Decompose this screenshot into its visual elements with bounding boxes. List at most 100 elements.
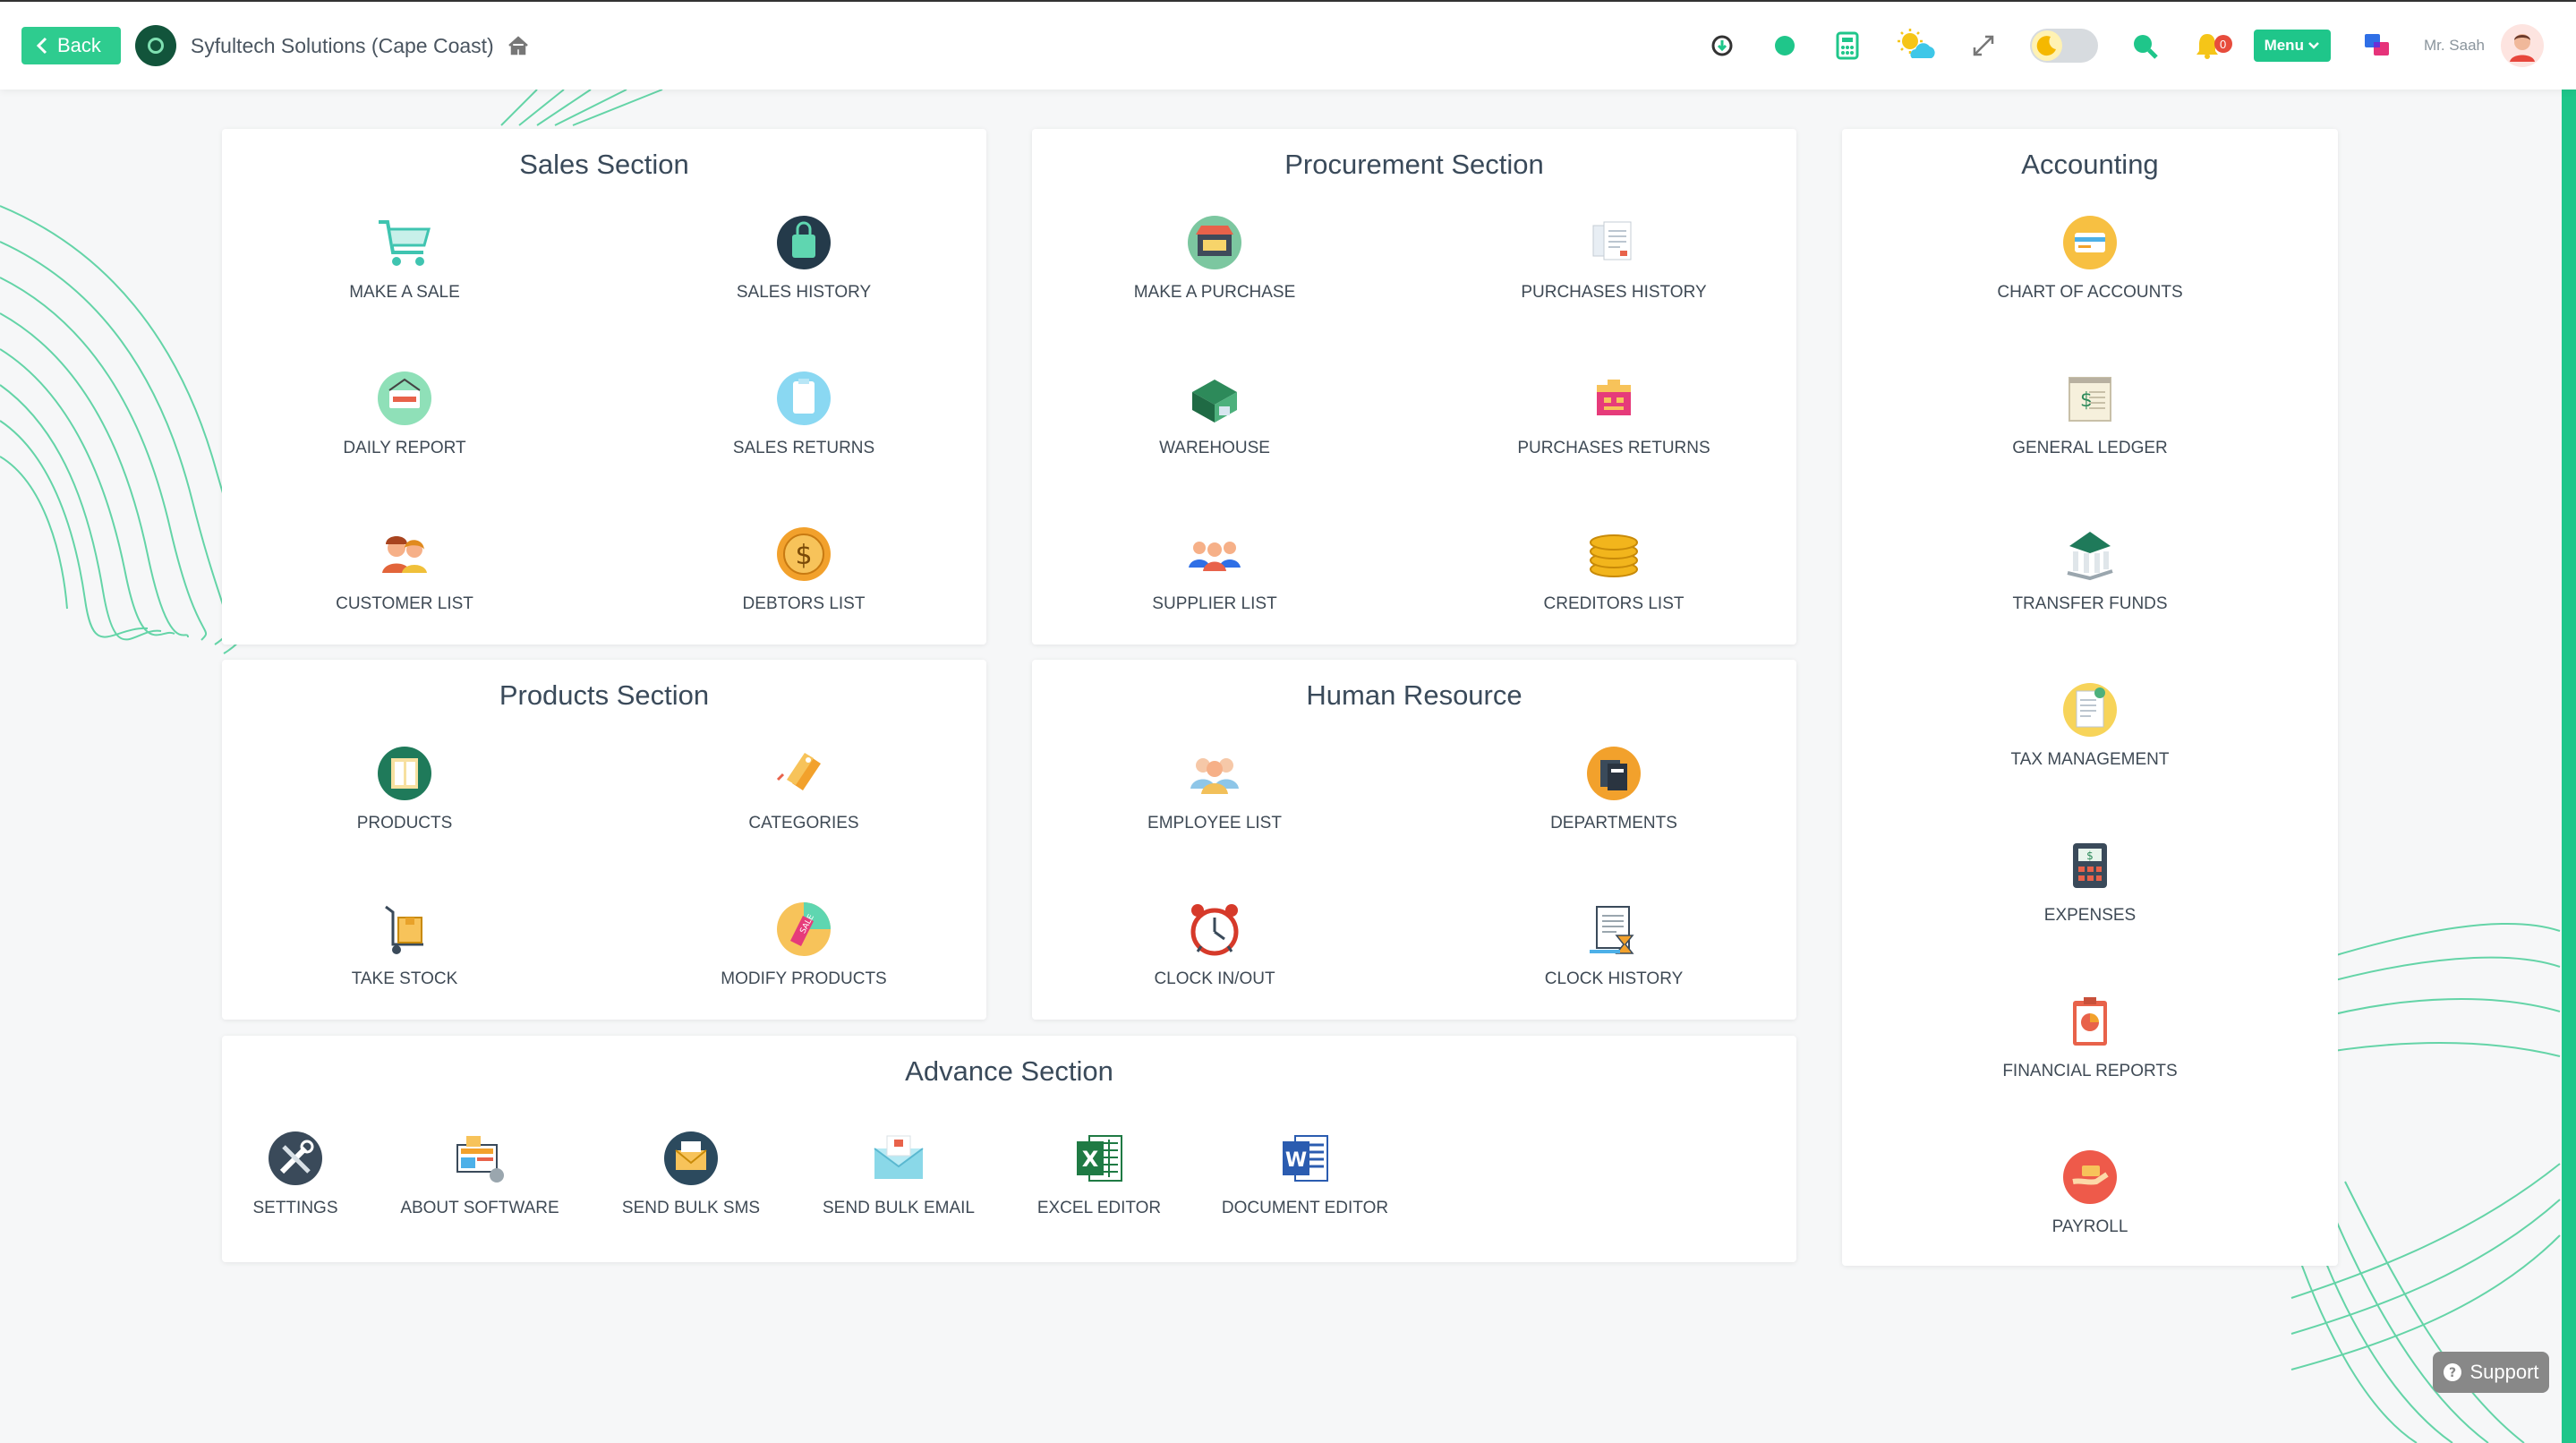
shopping-bag-icon [774, 213, 833, 272]
supplier-list-tile[interactable]: SUPPLIER LIST [1080, 525, 1349, 614]
send-bulk-email-label: SEND BULK EMAIL [823, 1199, 975, 1217]
search-icon[interactable] [2128, 30, 2161, 62]
sales-returns-tile[interactable]: SALES RETURNS [670, 369, 938, 458]
transfer-funds-label: TRANSFER FUNDS [2012, 594, 2168, 613]
tax-document-icon [2060, 680, 2120, 739]
chart-of-accounts-label: CHART OF ACCOUNTS [1997, 283, 2183, 302]
home-icon[interactable] [507, 34, 530, 57]
general-ledger-label: GENERAL LEDGER [2012, 439, 2168, 457]
alarm-clock-icon [1185, 900, 1244, 959]
menu-button-label: Menu [2264, 37, 2304, 54]
expenses-tile[interactable]: $ EXPENSES [1956, 836, 2224, 926]
sms-envelope-icon [661, 1129, 721, 1188]
svg-text:?: ? [2449, 1366, 2456, 1380]
history-document-icon [1584, 900, 1643, 959]
categories-tile[interactable]: CATEGORIES [670, 744, 938, 833]
warehouse-label: WAREHOUSE [1159, 439, 1270, 457]
general-ledger-tile[interactable]: $ GENERAL LEDGER [1956, 369, 2224, 458]
chat-icon[interactable] [2361, 30, 2393, 62]
send-bulk-sms-label: SEND BULK SMS [621, 1199, 761, 1217]
payroll-tile[interactable]: PAYROLL [1956, 1148, 2224, 1237]
take-stock-label: TAKE STOCK [351, 969, 458, 988]
make-a-sale-label: MAKE A SALE [349, 283, 460, 302]
purchases-history-label: PURCHASES HISTORY [1521, 283, 1707, 302]
bank-building-icon [2060, 525, 2120, 584]
creditors-list-label: CREDITORS LIST [1543, 594, 1685, 613]
modify-products-label: MODIFY PRODUCTS [721, 969, 887, 988]
excel-editor-label: EXCEL EDITOR [1036, 1199, 1162, 1217]
storefront-icon [1185, 213, 1244, 272]
closed-sign-icon [375, 369, 434, 428]
software-monitor-icon [450, 1129, 509, 1188]
settings-label: SETTINGS [252, 1199, 338, 1217]
sales-section-title: Sales Section [519, 149, 689, 180]
tax-management-tile[interactable]: TAX MANAGEMENT [1956, 680, 2224, 770]
financial-reports-tile[interactable]: FINANCIAL REPORTS [1956, 992, 2224, 1081]
online-status-icon [1769, 30, 1801, 62]
purchases-returns-label: PURCHASES RETURNS [1517, 439, 1710, 457]
products-tile[interactable]: PRODUCTS [270, 744, 539, 833]
make-a-purchase-tile[interactable]: MAKE A PURCHASE [1080, 213, 1349, 303]
take-stock-tile[interactable]: TAKE STOCK [270, 900, 539, 989]
receipt-documents-icon [1584, 213, 1643, 272]
sync-icon[interactable] [1706, 30, 1738, 62]
transfer-funds-tile[interactable]: TRANSFER FUNDS [1956, 525, 2224, 614]
moon-icon [2031, 30, 2062, 61]
document-editor-tile[interactable]: W DOCUMENT EDITOR [1171, 1129, 1439, 1218]
shopping-cart-icon [375, 213, 434, 272]
user-name: Mr. Saah [2423, 37, 2485, 54]
daily-report-tile[interactable]: DAILY REPORT [270, 369, 539, 458]
chevron-down-icon [2308, 42, 2319, 49]
categories-label: CATEGORIES [748, 814, 859, 832]
menu-button[interactable]: Menu [2253, 30, 2331, 62]
user-avatar[interactable] [2501, 24, 2544, 67]
support-button[interactable]: ? Support [2433, 1352, 2549, 1393]
return-package-icon [1584, 369, 1643, 428]
dark-mode-toggle[interactable] [2029, 29, 2098, 63]
departments-tile[interactable]: DEPARTMENTS [1480, 744, 1748, 833]
settings-tools-icon [266, 1129, 325, 1188]
svg-text:W: W [1285, 1149, 1307, 1172]
creditors-list-tile[interactable]: CREDITORS LIST [1480, 525, 1748, 614]
purchases-history-tile[interactable]: PURCHASES HISTORY [1480, 213, 1748, 303]
make-a-sale-tile[interactable]: MAKE A SALE [270, 213, 539, 303]
advance-section-panel: Advance Section SETTINGS ABOUT SOFTWARE … [222, 1036, 1796, 1262]
daily-report-label: DAILY REPORT [343, 439, 466, 457]
support-label: Support [2469, 1361, 2539, 1383]
debtors-list-tile[interactable]: $ DEBTORS LIST [670, 525, 938, 614]
clipboard-icon [774, 369, 833, 428]
clock-in-out-tile[interactable]: CLOCK IN/OUT [1080, 900, 1349, 989]
human-resource-title: Human Resource [1306, 679, 1523, 711]
procurement-section-panel: Procurement Section MAKE A PURCHASE PURC… [1032, 129, 1796, 645]
chevron-left-icon [36, 37, 47, 55]
fullscreen-icon[interactable] [1967, 30, 2000, 62]
chart-of-accounts-tile[interactable]: CHART OF ACCOUNTS [1956, 213, 2224, 303]
expenses-label: EXPENSES [2043, 906, 2137, 925]
employee-list-tile[interactable]: EMPLOYEE LIST [1080, 744, 1349, 833]
advance-section-title: Advance Section [905, 1055, 1113, 1087]
credit-card-icon [2060, 213, 2120, 272]
warehouse-icon [1185, 369, 1244, 428]
document-editor-label: DOCUMENT EDITOR [1221, 1199, 1389, 1217]
clock-history-label: CLOCK HISTORY [1544, 969, 1684, 988]
warehouse-tile[interactable]: WAREHOUSE [1080, 369, 1349, 458]
question-circle-icon: ? [2444, 1363, 2462, 1381]
back-button[interactable]: Back [21, 27, 121, 64]
top-navbar: Back Syfultech Solutions (Cape Coast) 0 … [0, 0, 2576, 90]
weather-icon[interactable] [1894, 29, 1937, 62]
purchases-returns-tile[interactable]: PURCHASES RETURNS [1480, 369, 1748, 458]
about-software-label: ABOUT SOFTWARE [400, 1199, 559, 1217]
sales-history-label: SALES HISTORY [736, 283, 872, 302]
sale-tag-icon: SALE [774, 900, 833, 959]
svg-text:$: $ [2086, 850, 2094, 862]
email-envelope-icon [869, 1129, 928, 1188]
modify-products-tile[interactable]: SALE MODIFY PRODUCTS [670, 900, 938, 989]
customer-list-tile[interactable]: CUSTOMER LIST [270, 525, 539, 614]
clock-in-out-label: CLOCK IN/OUT [1154, 969, 1275, 988]
notification-bell-icon[interactable]: 0 [2191, 30, 2232, 62]
calculator-icon[interactable] [1831, 30, 1864, 62]
clock-history-tile[interactable]: CLOCK HISTORY [1480, 900, 1748, 989]
sales-history-tile[interactable]: SALES HISTORY [670, 213, 938, 303]
departments-label: DEPARTMENTS [1550, 814, 1677, 832]
report-clipboard-icon [2060, 992, 2120, 1051]
